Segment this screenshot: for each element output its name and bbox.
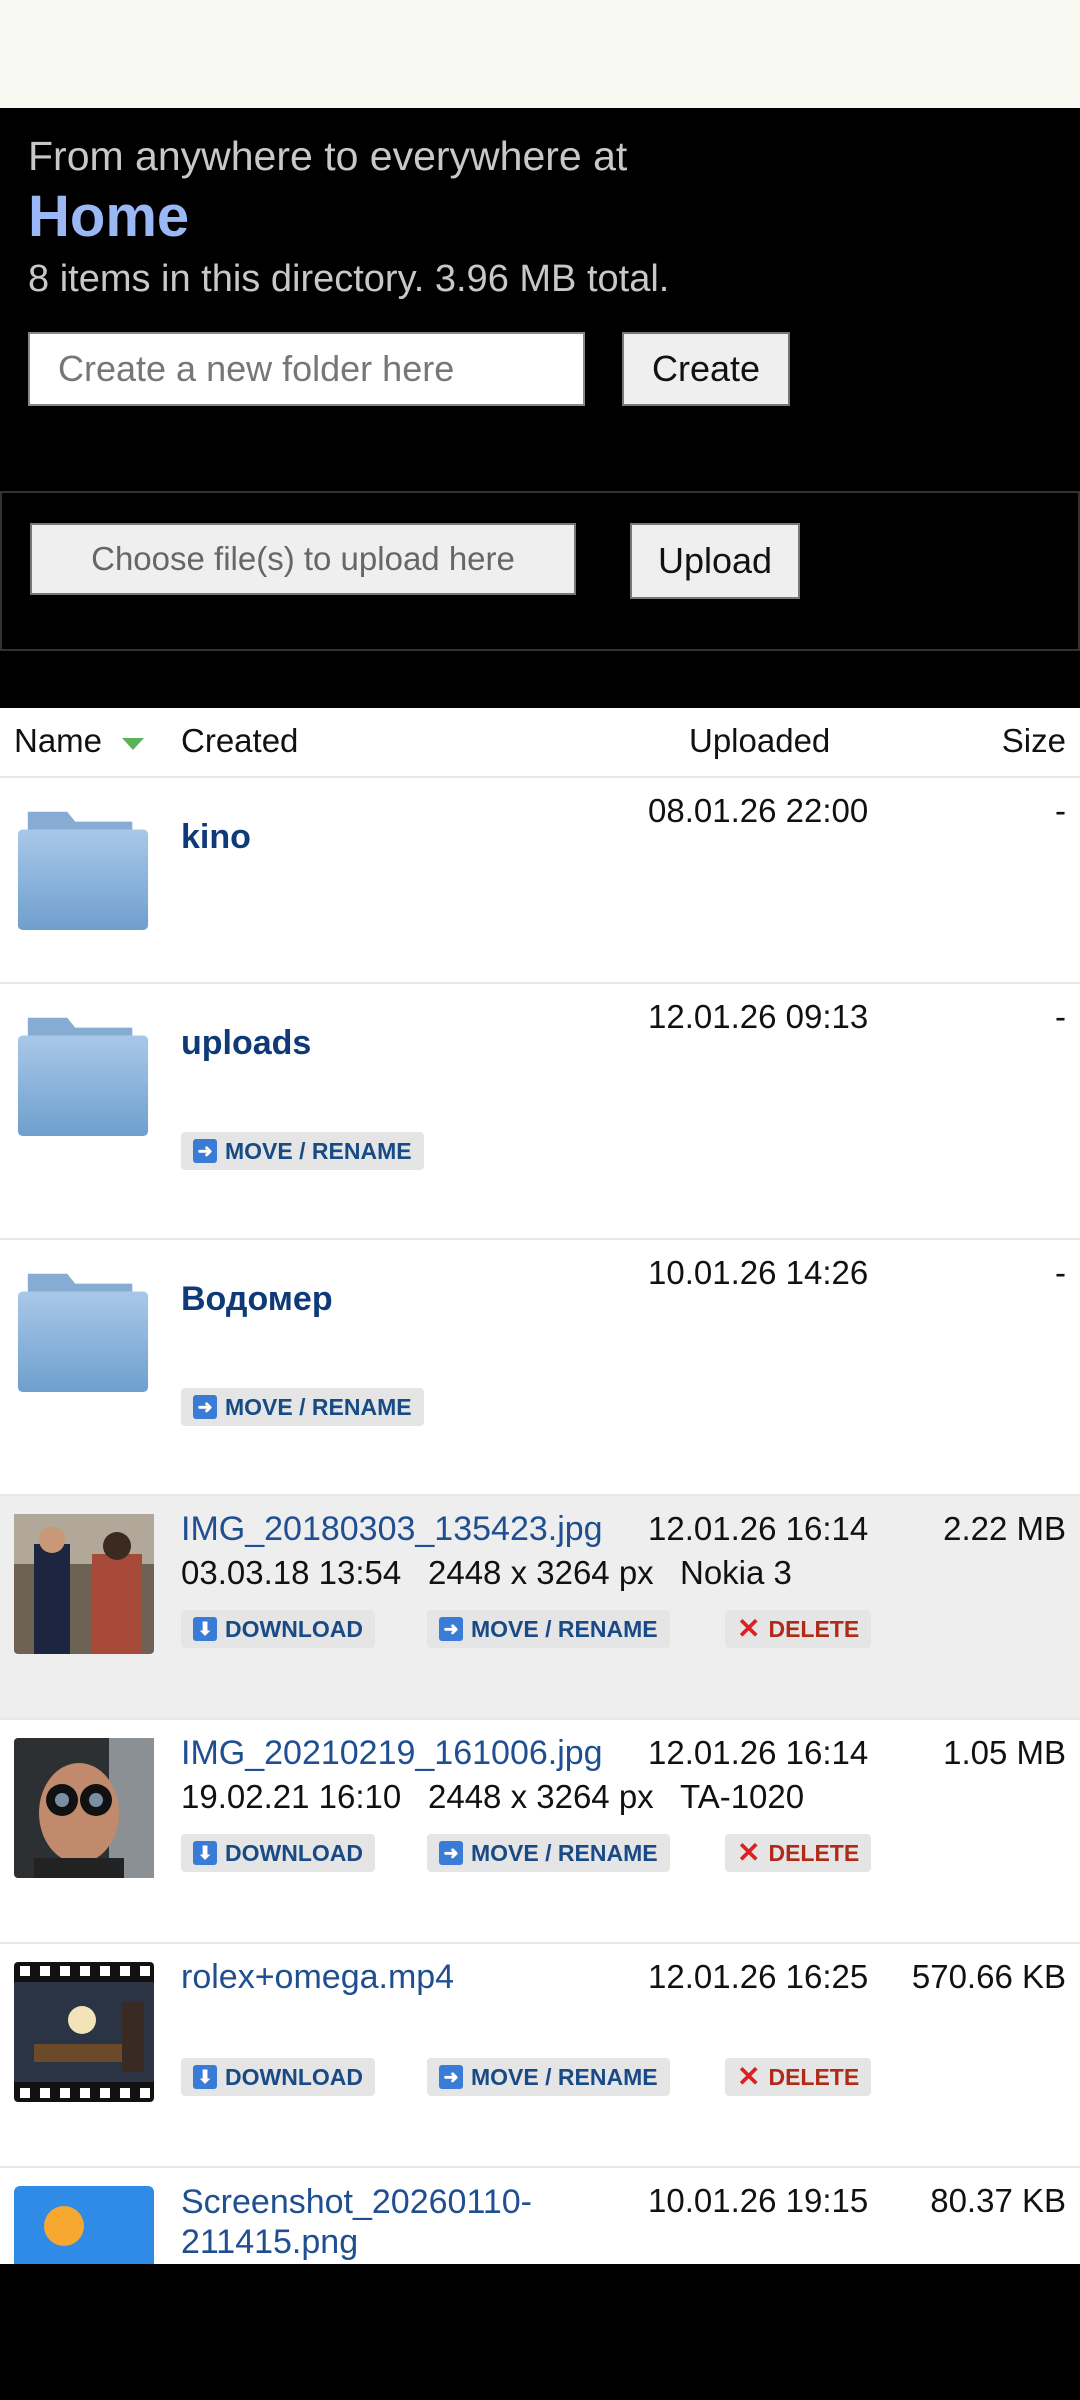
file-list: Name Created Uploaded Size kino 08.01.26… [0, 708, 1080, 2264]
item-size: - [1055, 998, 1066, 1035]
item-size: 1.05 MB [943, 1734, 1066, 1771]
download-button[interactable]: ⬇ DOWNLOAD [181, 1834, 375, 1872]
created-date: 19.02.21 16:10 [181, 1778, 402, 1815]
image-dimensions: 2448 x 3264 px [428, 1554, 654, 1591]
folder-icon[interactable] [14, 1255, 152, 1395]
system-navigation-bar [0, 2264, 1080, 2400]
arrow-right-icon: ➜ [193, 1139, 217, 1163]
item-size: 570.66 KB [911, 1958, 1066, 1995]
camera-model: TA-1020 [680, 1778, 805, 1815]
list-item: kino 08.01.26 22:00 - [0, 776, 1080, 982]
create-folder-button[interactable]: Create [622, 332, 790, 406]
close-icon: ✕ [737, 2061, 761, 2092]
created-date: 03.03.18 13:54 [181, 1554, 402, 1591]
new-folder-input[interactable] [28, 332, 585, 406]
file-name[interactable]: rolex+omega.mp4 [181, 1958, 454, 1997]
column-name[interactable]: Name [14, 722, 102, 760]
item-size: 2.22 MB [943, 1510, 1066, 1547]
list-item: uploads 12.01.26 09:13 - ➜ MOVE / RENAME [0, 982, 1080, 1238]
uploaded-date: 12.01.26 16:14 [648, 1510, 869, 1547]
item-size: 80.37 KB [930, 2182, 1066, 2219]
close-icon: ✕ [737, 1613, 761, 1644]
uploaded-date: 10.01.26 19:15 [648, 2182, 869, 2219]
download-icon: ⬇ [193, 2065, 217, 2089]
arrow-right-icon: ➜ [193, 1395, 217, 1419]
column-created[interactable]: Created [181, 722, 298, 760]
status-bar [0, 0, 1080, 108]
delete-button[interactable]: ✕ DELETE [725, 1834, 872, 1872]
folder-name[interactable]: Водомер [181, 1280, 333, 1319]
arrow-right-icon: ➜ [439, 1841, 463, 1865]
page-header: From anywhere to everywhere at Home 8 it… [0, 108, 1080, 708]
folder-name[interactable]: uploads [181, 1024, 311, 1063]
file-chooser-button[interactable]: Choose file(s) to upload here [30, 523, 576, 595]
list-item: rolex+omega.mp4 12.01.26 16:25 570.66 KB… [0, 1942, 1080, 2166]
download-icon: ⬇ [193, 1617, 217, 1641]
list-item: IMG_20210219_161006.jpg 19.02.21 16:10 2… [0, 1718, 1080, 1942]
image-thumbnail[interactable] [14, 1514, 154, 1654]
file-name[interactable]: Screenshot_20260110- 211415.png [181, 2182, 532, 2262]
uploaded-date: 08.01.26 22:00 [648, 792, 869, 829]
delete-button[interactable]: ✕ DELETE [725, 1610, 872, 1648]
page-title: Home [28, 184, 190, 249]
folder-name[interactable]: kino [181, 818, 251, 857]
delete-button[interactable]: ✕ DELETE [725, 2058, 872, 2096]
uploaded-date: 12.01.26 16:25 [648, 1958, 869, 1995]
image-dimensions: 2448 x 3264 px [428, 1778, 654, 1815]
folder-icon[interactable] [14, 793, 152, 933]
download-button[interactable]: ⬇ DOWNLOAD [181, 2058, 375, 2096]
list-item: Водомер 10.01.26 14:26 - ➜ MOVE / RENAME [0, 1238, 1080, 1494]
file-name[interactable]: IMG_20210219_161006.jpg [181, 1734, 603, 1773]
upload-button[interactable]: Upload [630, 523, 800, 599]
directory-summary: 8 items in this directory. 3.96 MB total… [28, 258, 670, 300]
file-name[interactable]: IMG_20180303_135423.jpg [181, 1510, 603, 1549]
move-rename-button[interactable]: ➜ MOVE / RENAME [427, 2058, 670, 2096]
move-rename-button[interactable]: ➜ MOVE / RENAME [181, 1132, 424, 1170]
column-size[interactable]: Size [1002, 722, 1066, 760]
download-icon: ⬇ [193, 1841, 217, 1865]
download-button[interactable]: ⬇ DOWNLOAD [181, 1610, 375, 1648]
upload-panel: Choose file(s) to upload here Upload [0, 491, 1080, 651]
move-rename-button[interactable]: ➜ MOVE / RENAME [427, 1834, 670, 1872]
list-item: Screenshot_20260110- 211415.png 10.01.26… [0, 2166, 1080, 2264]
table-header: Name Created Uploaded Size [0, 708, 1080, 778]
arrow-right-icon: ➜ [439, 1617, 463, 1641]
uploaded-date: 12.01.26 16:14 [648, 1734, 869, 1771]
list-item: IMG_20180303_135423.jpg 03.03.18 13:54 2… [0, 1494, 1080, 1718]
uploaded-date: 10.01.26 14:26 [648, 1254, 869, 1291]
column-uploaded[interactable]: Uploaded [689, 722, 830, 760]
folder-icon[interactable] [14, 999, 152, 1139]
header-subtitle: From anywhere to everywhere at [28, 133, 628, 179]
video-thumbnail[interactable] [14, 1962, 154, 2102]
camera-model: Nokia 3 [680, 1554, 792, 1591]
close-icon: ✕ [737, 1837, 761, 1868]
arrow-right-icon: ➜ [439, 2065, 463, 2089]
uploaded-date: 12.01.26 09:13 [648, 998, 869, 1035]
image-icon[interactable] [14, 2186, 154, 2264]
sort-down-icon[interactable] [122, 738, 144, 750]
move-rename-button[interactable]: ➜ MOVE / RENAME [181, 1388, 424, 1426]
move-rename-button[interactable]: ➜ MOVE / RENAME [427, 1610, 670, 1648]
item-size: - [1055, 792, 1066, 829]
image-thumbnail[interactable] [14, 1738, 154, 1878]
item-size: - [1055, 1254, 1066, 1291]
